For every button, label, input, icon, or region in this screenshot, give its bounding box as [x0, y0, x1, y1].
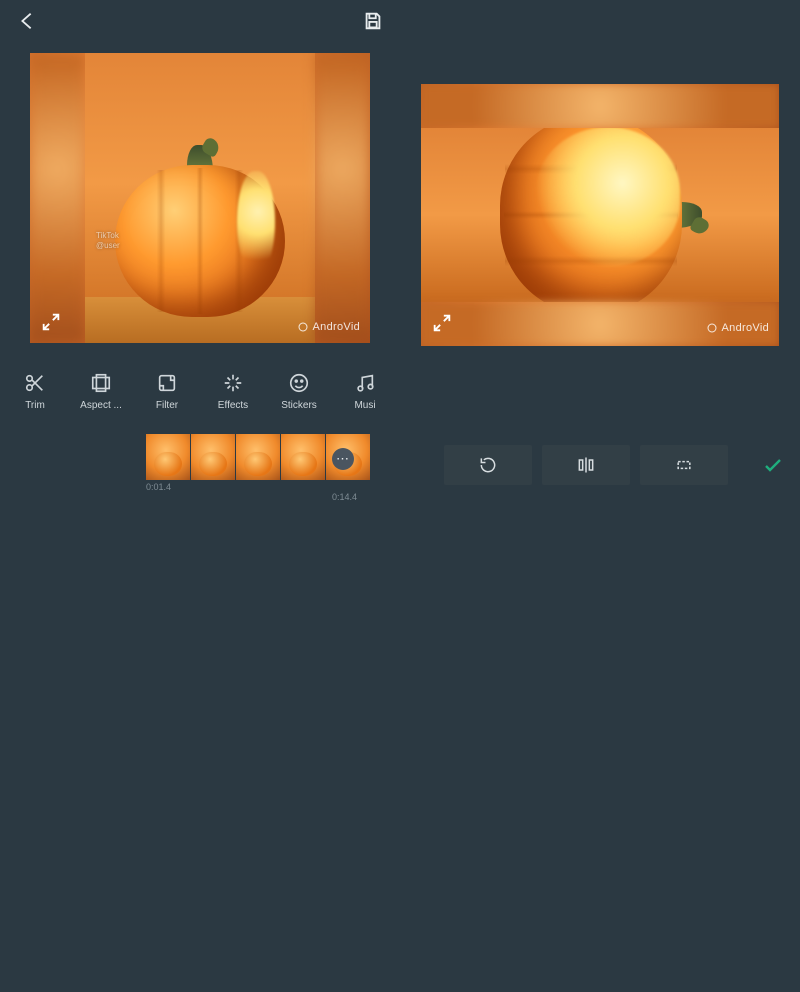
timeline-frame[interactable] [146, 434, 190, 480]
time-start: 0:01.4 [146, 482, 171, 492]
circle-icon [706, 322, 718, 334]
filter-icon [156, 372, 178, 394]
save-icon [362, 10, 384, 32]
crop-button[interactable] [640, 445, 728, 485]
sparkle-icon [222, 372, 244, 394]
video-preview[interactable]: TikTok @user AndroVid [30, 53, 370, 343]
timeline-frame[interactable] [191, 434, 235, 480]
action-bar [400, 430, 800, 500]
timeline[interactable]: ⋯ 0:01.4 0:14.4 [0, 428, 400, 500]
preview-blur-right [315, 53, 370, 343]
tool-trim[interactable]: Trim [2, 372, 68, 411]
tool-row: Trim Aspect ... Filter Effects Stickers … [0, 354, 400, 428]
circle-icon [297, 321, 309, 333]
rotate-button[interactable] [444, 445, 532, 485]
tiktok-watermark: TikTok @user [96, 231, 120, 251]
tool-label: Trim [25, 400, 45, 411]
ellipsis-icon: ⋯ [336, 451, 350, 467]
tool-label: Aspect ... [80, 400, 122, 411]
preview-blur-left [30, 53, 85, 343]
tool-aspect[interactable]: Aspect ... [68, 372, 134, 411]
editor-panel: TikTok @user AndroVid Trim Aspect ... Fi… [0, 0, 400, 500]
expand-icon [431, 312, 453, 334]
arrow-left-icon [16, 10, 38, 32]
rotate-stage: AndroVid [400, 0, 800, 430]
check-icon [761, 453, 785, 477]
scissors-icon [24, 372, 46, 394]
sticker-icon [288, 372, 310, 394]
crop-icon [674, 455, 694, 475]
tool-filter[interactable]: Filter [134, 372, 200, 411]
pumpkin-graphic-rotated [500, 128, 700, 302]
app-watermark: AndroVid [706, 322, 769, 334]
fullscreen-button[interactable] [40, 311, 62, 333]
back-button[interactable] [16, 10, 38, 32]
tool-label: Stickers [281, 400, 317, 411]
preview-stage: TikTok @user AndroVid [0, 42, 400, 354]
timeline-frame[interactable] [281, 434, 325, 480]
pumpkin-graphic [115, 147, 285, 317]
tool-label: Effects [218, 400, 248, 411]
tool-label: Filter [156, 400, 178, 411]
time-end: 0:14.4 [332, 492, 732, 992]
tool-label: Musi [354, 400, 375, 411]
confirm-button[interactable] [746, 453, 800, 477]
top-bar [0, 0, 400, 42]
rotated-preview[interactable]: AndroVid [421, 84, 779, 346]
aspect-icon [90, 372, 112, 394]
music-icon [354, 372, 376, 394]
more-button[interactable]: ⋯ [332, 448, 354, 470]
app-watermark: AndroVid [297, 321, 360, 333]
timecodes: 0:01.4 0:14.4 [146, 482, 171, 492]
save-button[interactable] [362, 10, 384, 32]
tool-stickers[interactable]: Stickers [266, 372, 332, 411]
tool-music[interactable]: Musi [332, 372, 398, 411]
timeline-frame[interactable] [236, 434, 280, 480]
rotate-icon [478, 455, 498, 475]
rotate-panel: AndroVid [400, 0, 800, 500]
preview-center [85, 53, 315, 343]
tool-effects[interactable]: Effects [200, 372, 266, 411]
flip-button[interactable] [542, 445, 630, 485]
expand-icon [40, 311, 62, 333]
flip-icon [576, 455, 596, 475]
fullscreen-button[interactable] [431, 312, 453, 334]
